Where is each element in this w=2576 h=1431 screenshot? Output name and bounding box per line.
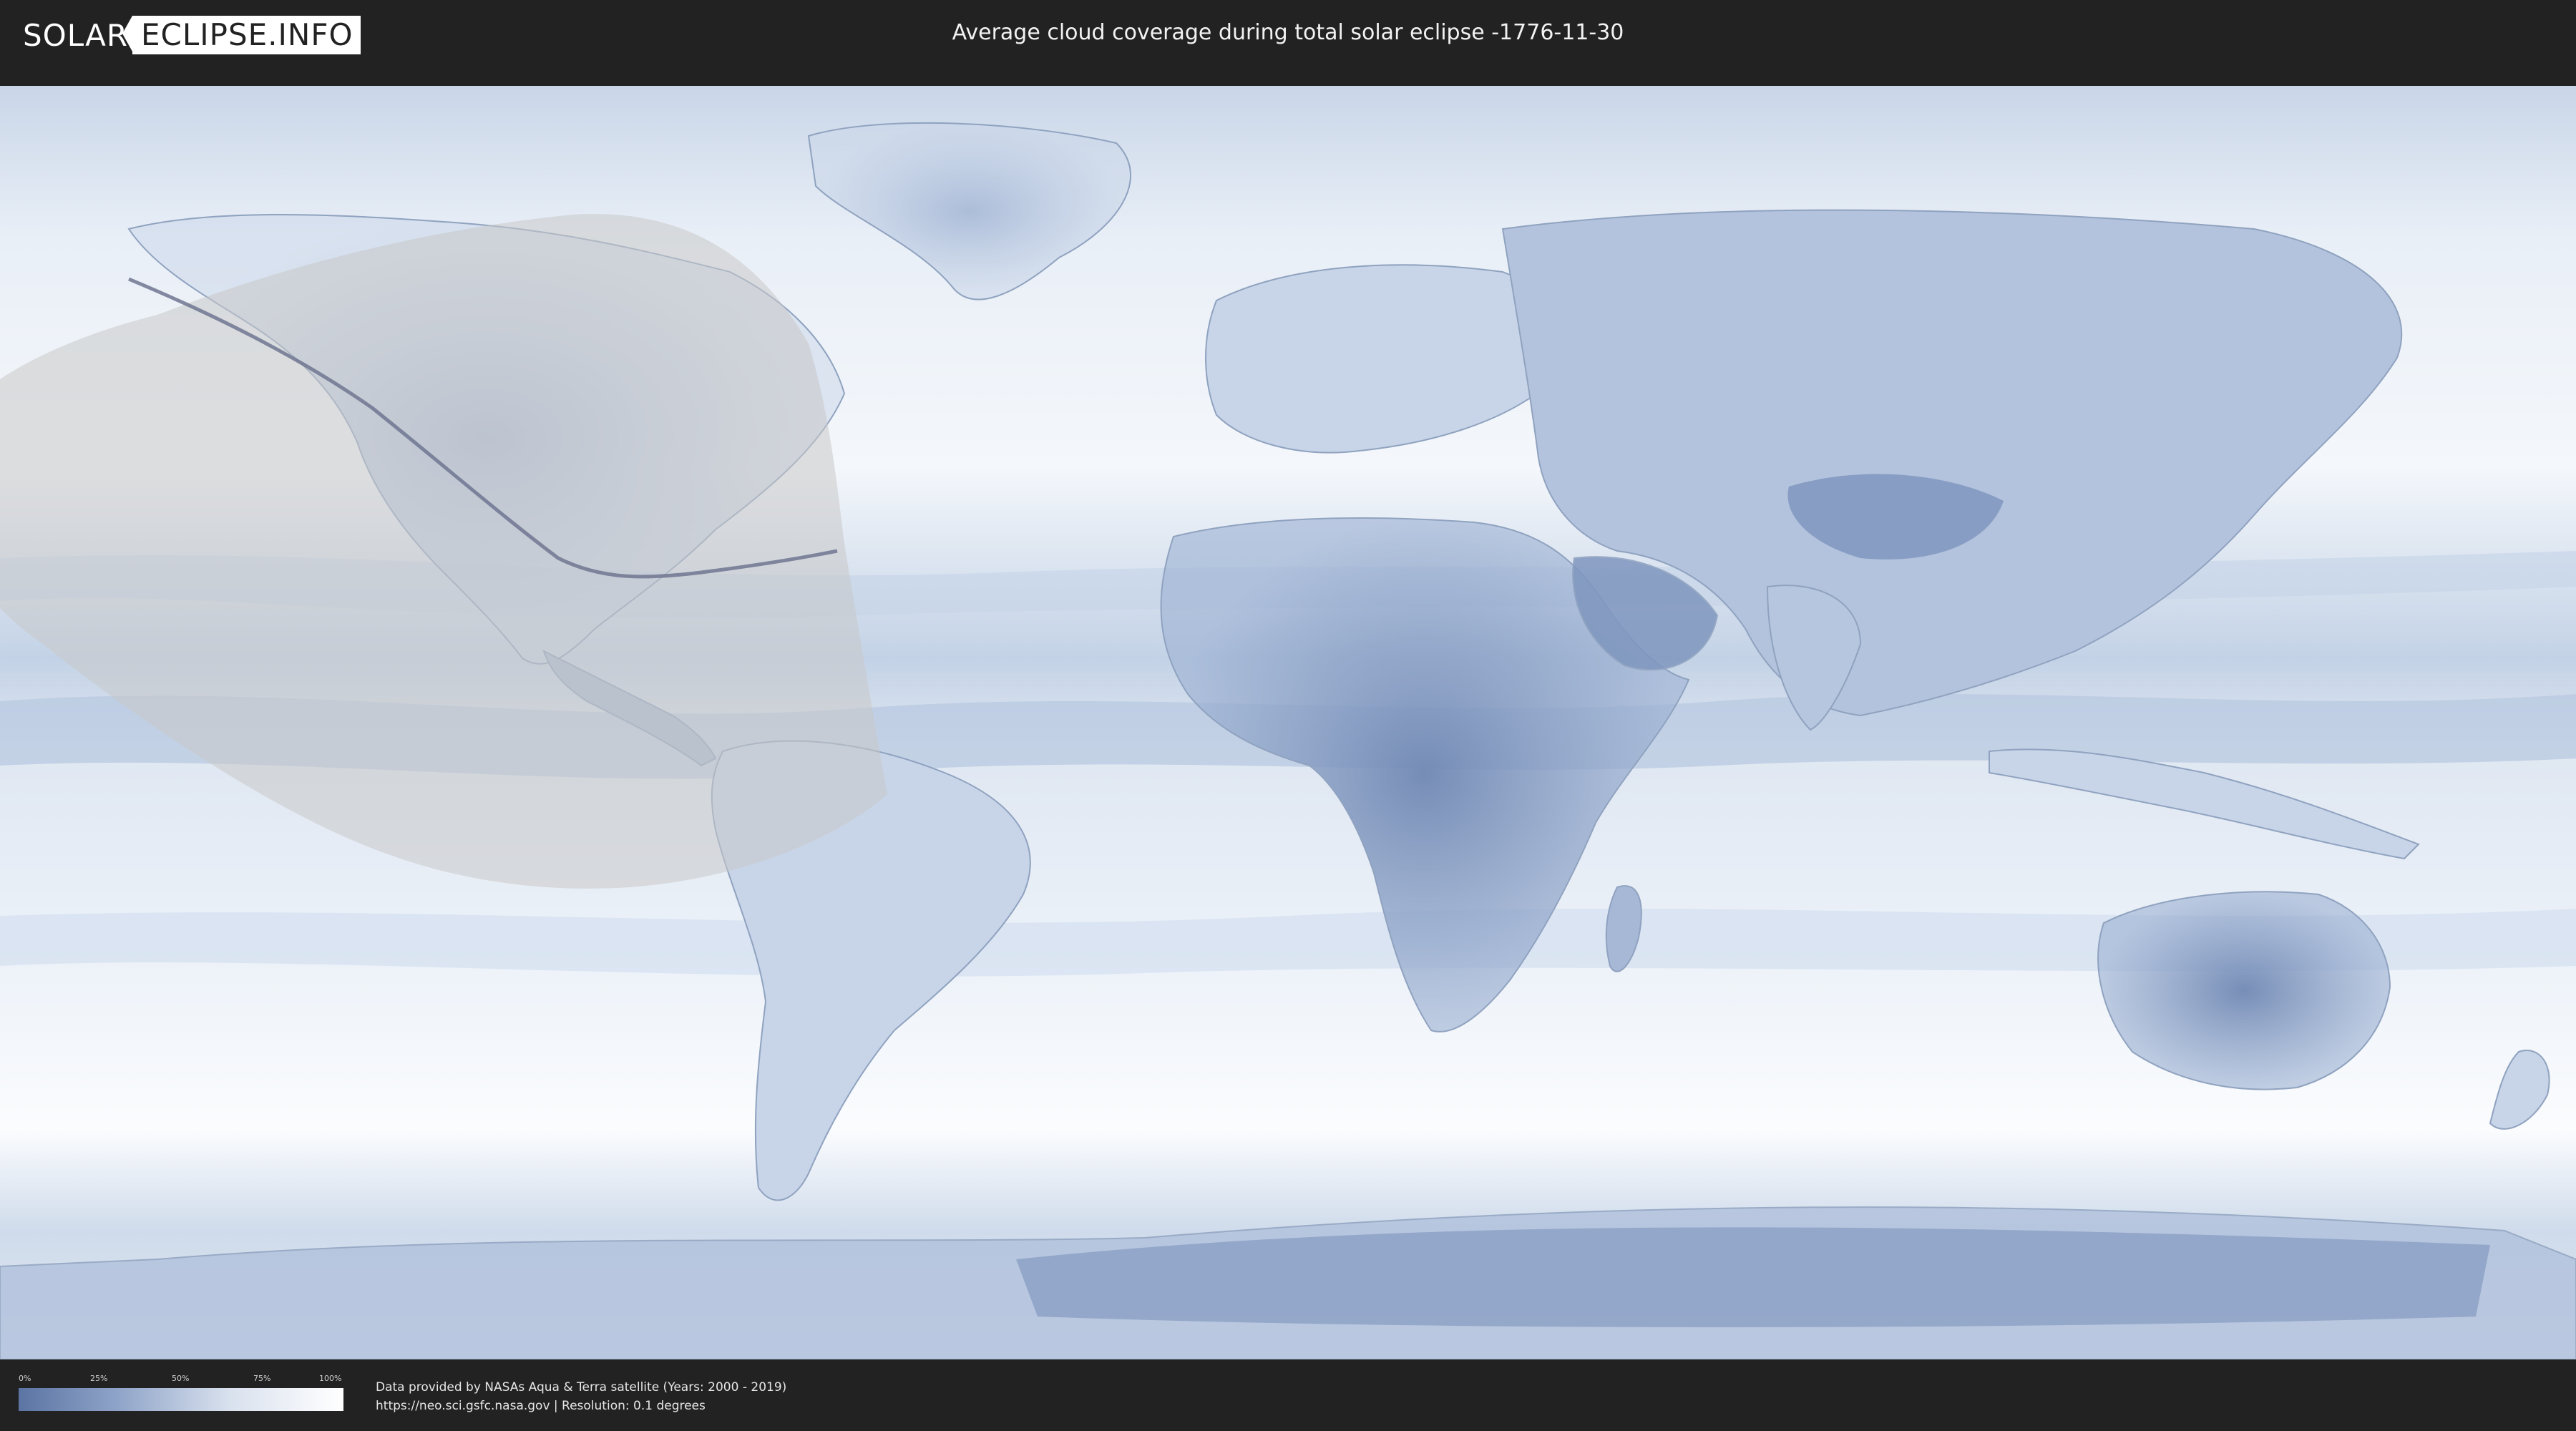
world-map-svg [0,86,2576,1359]
header-bar: SOLAR ECLIPSE.INFO Average cloud coverag… [0,0,2576,72]
legend-tick-50: 50% [172,1374,190,1383]
legend-ticks: 0% 25% 50% 75% 100% [19,1374,343,1385]
legend-tick-0: 0% [19,1374,31,1383]
legend-color-bar [19,1388,343,1411]
legend-tick-100: 100% [319,1374,342,1383]
cloud-coverage-legend: 0% 25% 50% 75% 100% [19,1374,343,1414]
page-title: Average cloud coverage during total sola… [952,20,1624,45]
data-credits: Data provided by NASAs Aqua & Terra sate… [376,1378,786,1415]
credit-line-source: Data provided by NASAs Aqua & Terra sate… [376,1380,787,1395]
antarctica-clear-zone [1016,1227,2490,1327]
legend-tick-75: 75% [253,1374,271,1383]
cloud-coverage-map[interactable] [0,86,2576,1359]
credit-line-url[interactable]: https://neo.sci.gsfc.nasa.gov | Resoluti… [376,1397,786,1415]
page: SOLAR ECLIPSE.INFO Average cloud coverag… [0,0,2576,1431]
legend-tick-25: 25% [90,1374,108,1383]
